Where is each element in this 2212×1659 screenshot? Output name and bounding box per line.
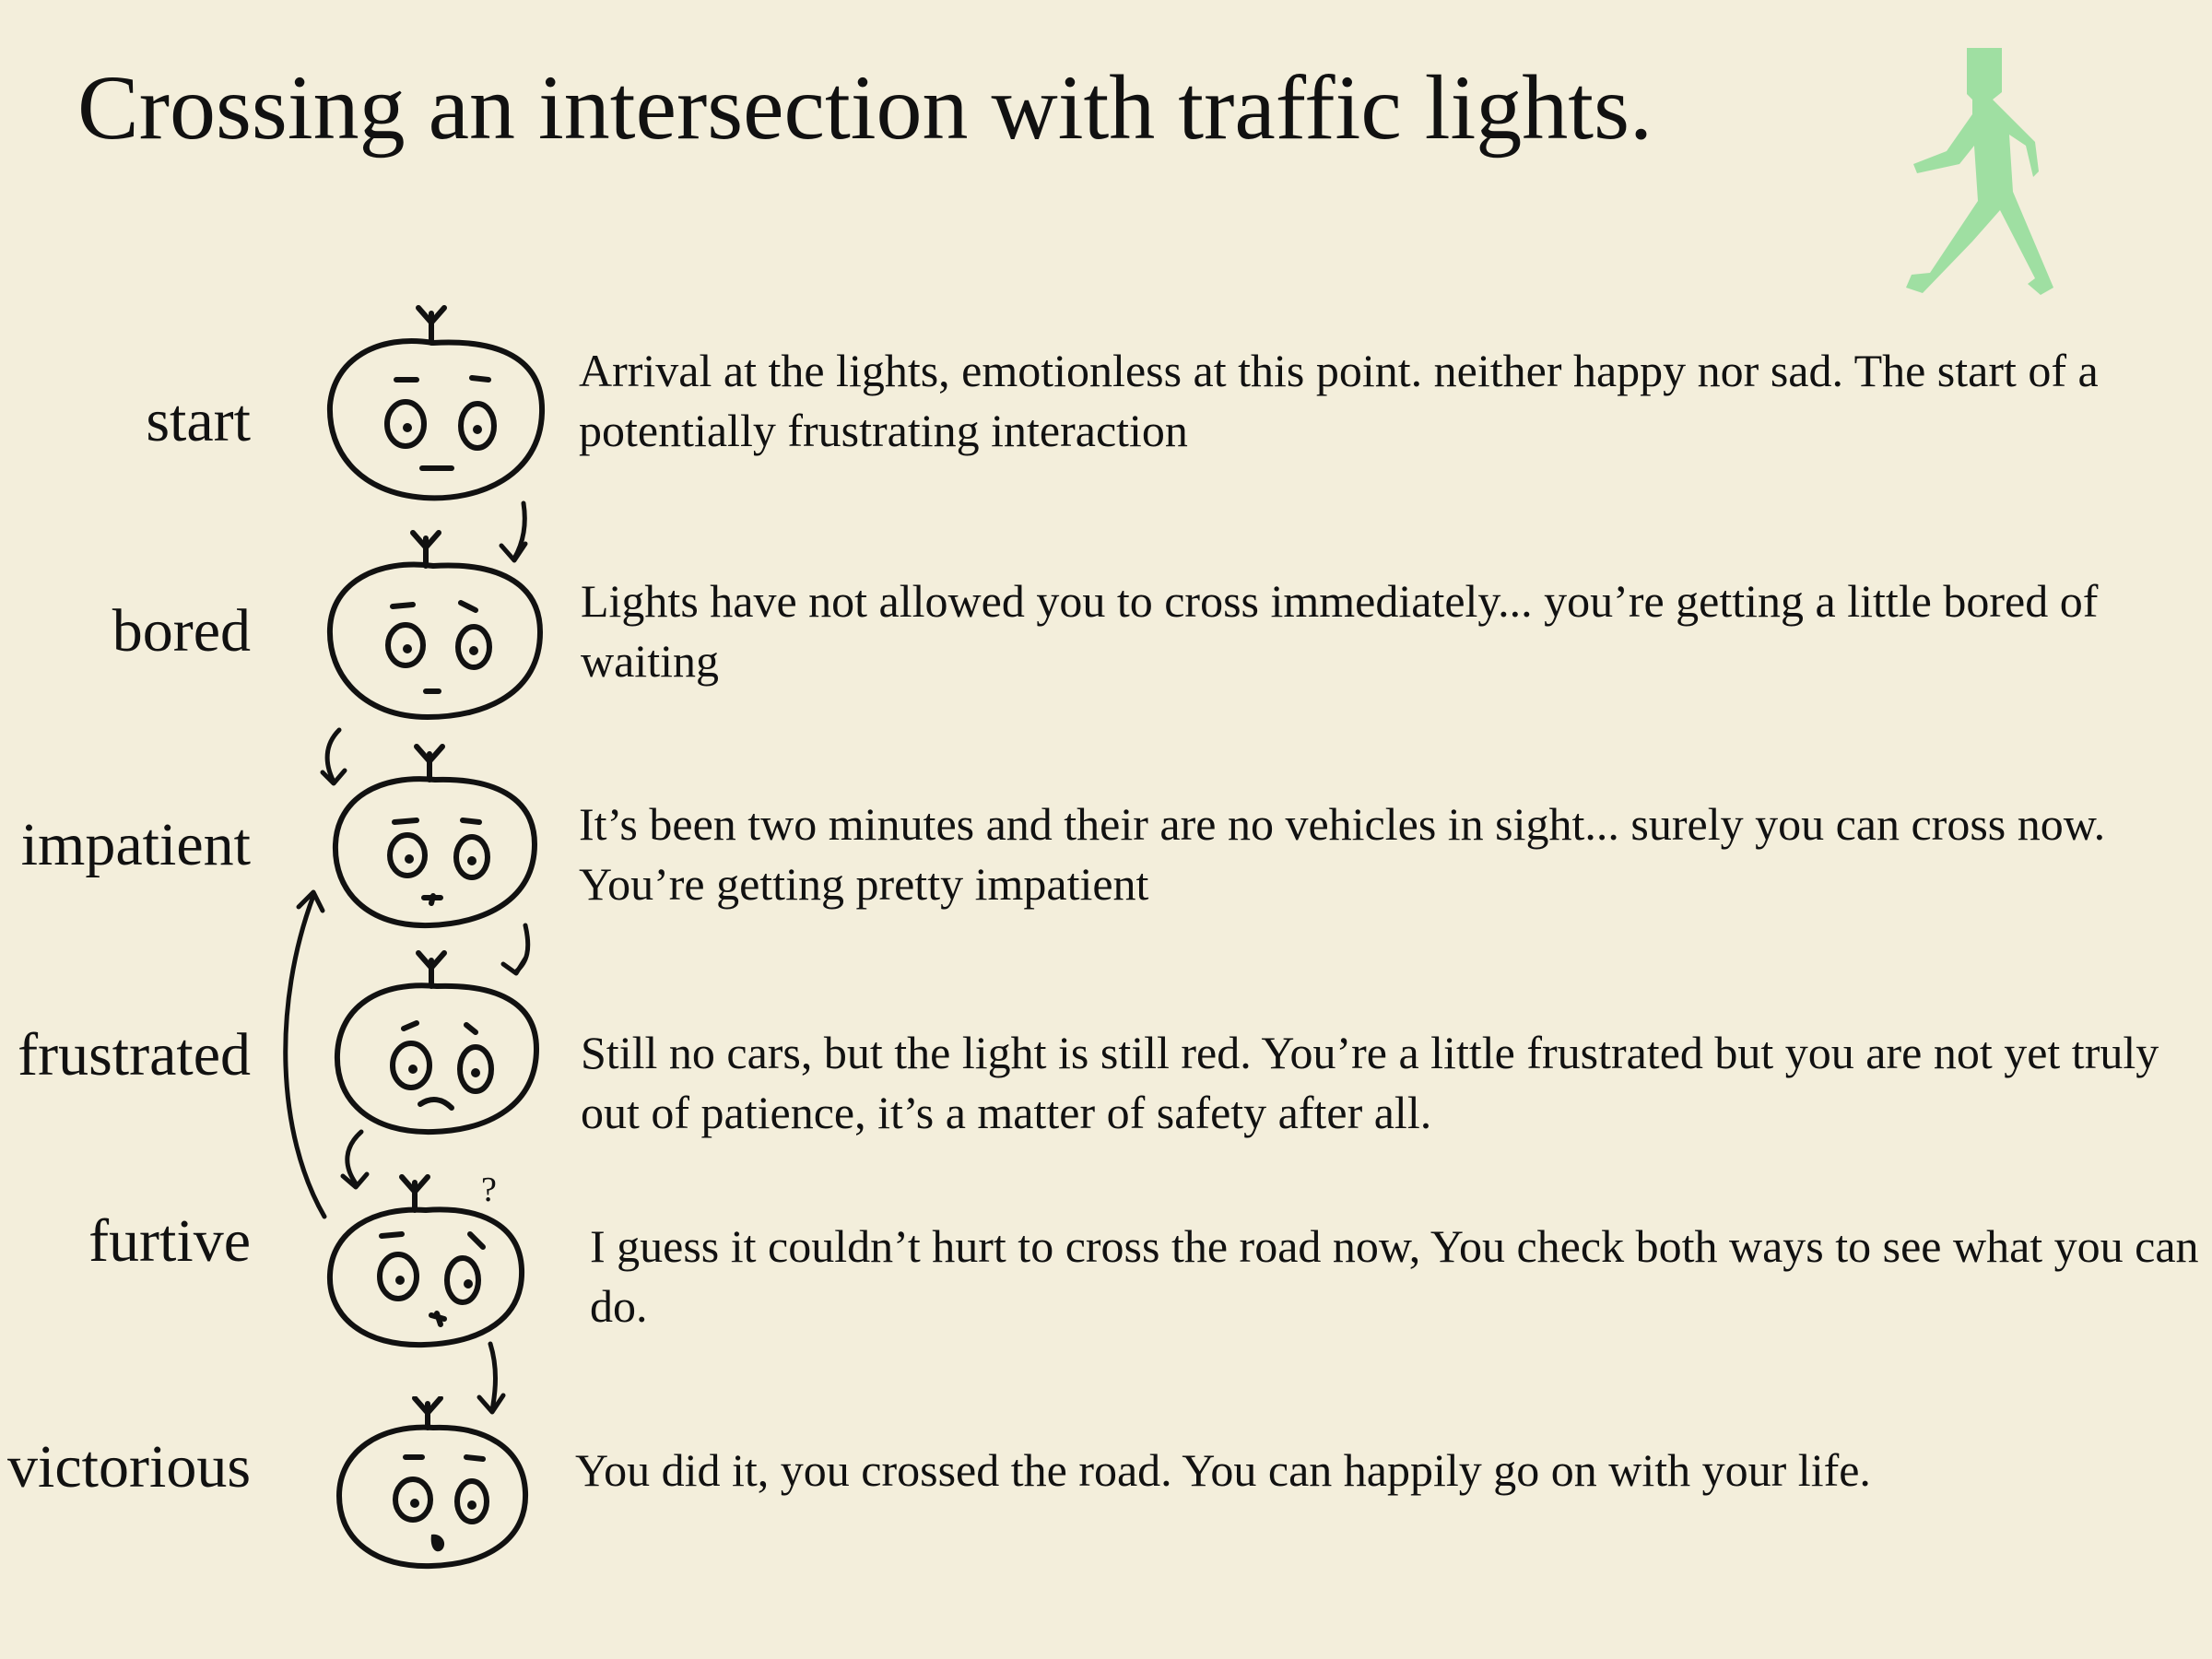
stage-description: I guess it couldn’t hurt to cross the ro… (590, 1220, 2199, 1332)
stage-label: start (146, 387, 251, 454)
stage-label: frustrated (18, 1021, 251, 1088)
doodle-face-icon (326, 305, 546, 501)
stage-description: Still no cars, but the light is still re… (581, 1027, 2159, 1138)
arrow-furtive-back-to-impatient (283, 893, 327, 1219)
stage-description: It’s been two minutes and their are no v… (579, 798, 2106, 910)
doodle-face-icon: ? (326, 1171, 525, 1348)
stage-description: Arrival at the lights, emotionless at th… (579, 345, 2099, 456)
doodle-face-icon (335, 1396, 529, 1570)
stage-description: Lights have not allowed you to cross imm… (581, 575, 2099, 687)
stage-label: bored (112, 597, 251, 665)
doodle-face-icon (326, 530, 544, 721)
doodle-face-icon (332, 744, 538, 929)
question-mark: ? (481, 1171, 497, 1209)
stage-description: You did it, you crossed the road. You ca… (575, 1444, 1871, 1496)
stage-label: furtive (88, 1207, 251, 1275)
stage-label: victorious (7, 1433, 251, 1500)
doodle-face-icon (334, 950, 540, 1135)
stage-label: impatient (20, 811, 251, 878)
